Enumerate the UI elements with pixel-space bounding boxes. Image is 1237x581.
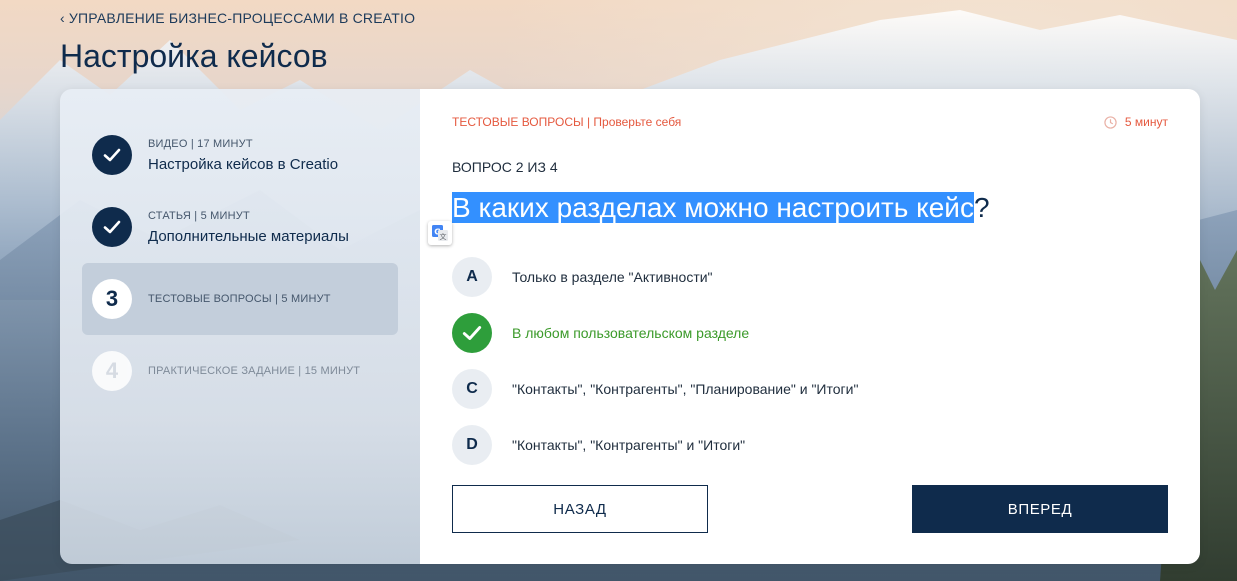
back-button[interactable]: Назад — [452, 485, 708, 533]
option-letter: C — [452, 369, 492, 409]
step-video[interactable]: Видео | 17 минут Настройка кейсов в Crea… — [82, 119, 398, 191]
answer-options: A Только в разделе "Активности" В любом … — [452, 249, 1168, 473]
time-label: 5 минут — [1124, 115, 1168, 129]
step-title: Настройка кейсов в Creatio — [148, 155, 339, 173]
step-text: Тестовые вопросы | 5 минут — [148, 293, 331, 305]
quiz-top-row: ТЕСТОВЫЕ ВОПРОСЫ | Проверьте себя 5 мину… — [452, 115, 1168, 129]
option-a[interactable]: A Только в разделе "Активности" — [452, 249, 1168, 305]
page-title: Настройка кейсов — [60, 38, 328, 74]
quiz-panel: ТЕСТОВЫЕ ВОПРОСЫ | Проверьте себя 5 мину… — [420, 89, 1200, 564]
step-text: Видео | 17 минут Настройка кейсов в Crea… — [148, 138, 338, 173]
time-estimate: 5 минут — [1104, 115, 1168, 129]
step-meta: Практическое задание | 15 минут — [148, 365, 361, 377]
course-card: Видео | 17 минут Настройка кейсов в Crea… — [60, 89, 1200, 564]
question-text: В каких разделах можно настроить кейс? — [452, 191, 1168, 225]
next-button[interactable]: Вперед — [912, 485, 1168, 533]
page-header: ‹ Управление бизнес-процессами в Creatio… — [60, 10, 415, 75]
option-letter: D — [452, 425, 492, 465]
svg-text:文: 文 — [440, 232, 447, 241]
step-title: Дополнительные материалы — [148, 227, 349, 245]
step-meta: Тестовые вопросы | 5 минут — [148, 293, 331, 305]
google-translate-icon[interactable]: G 文 — [428, 221, 452, 245]
step-number: 3 — [92, 279, 132, 319]
step-practical-task[interactable]: 4 Практическое задание | 15 минут — [82, 335, 398, 407]
breadcrumb-label: Управление бизнес-процессами в Creatio — [68, 10, 416, 26]
check-icon — [92, 135, 132, 175]
option-b[interactable]: В любом пользовательском разделе — [452, 305, 1168, 361]
step-meta: Видео | 17 минут — [148, 137, 253, 150]
clock-icon — [1104, 115, 1117, 129]
check-icon — [92, 207, 132, 247]
check-icon — [452, 313, 492, 353]
step-meta: Статья | 5 минут — [148, 209, 250, 222]
option-d[interactable]: D "Контакты", "Контрагенты" и "Итоги" — [452, 417, 1168, 473]
option-text: "Контакты", "Контрагенты", "Планирование… — [512, 381, 859, 397]
navigation-buttons: Назад Вперед — [452, 485, 1168, 533]
question-counter: Вопрос 2 из 4 — [452, 159, 558, 175]
option-c[interactable]: C "Контакты", "Контрагенты", "Планирован… — [452, 361, 1168, 417]
option-text: В любом пользовательском разделе — [512, 325, 750, 341]
section-label: ТЕСТОВЫЕ ВОПРОСЫ | Проверьте себя — [452, 115, 682, 129]
breadcrumb[interactable]: ‹ Управление бизнес-процессами в Creatio — [60, 10, 415, 26]
option-text: Только в разделе "Активности" — [512, 269, 713, 285]
option-letter: A — [452, 257, 492, 297]
step-test-questions[interactable]: 3 Тестовые вопросы | 5 минут — [82, 263, 398, 335]
question-rest: ? — [973, 192, 990, 223]
step-text: Статья | 5 минут Дополнительные материал… — [148, 210, 349, 245]
step-number: 4 — [92, 351, 132, 391]
option-text: "Контакты", "Контрагенты" и "Итоги" — [512, 437, 746, 453]
steps-sidebar: Видео | 17 минут Настройка кейсов в Crea… — [60, 89, 420, 564]
step-text: Практическое задание | 15 минут — [148, 365, 360, 377]
step-article[interactable]: Статья | 5 минут Дополнительные материал… — [82, 191, 398, 263]
question-highlighted: В каких разделах можно настроить кейс — [452, 192, 974, 223]
chevron-left-icon: ‹ — [60, 10, 65, 26]
